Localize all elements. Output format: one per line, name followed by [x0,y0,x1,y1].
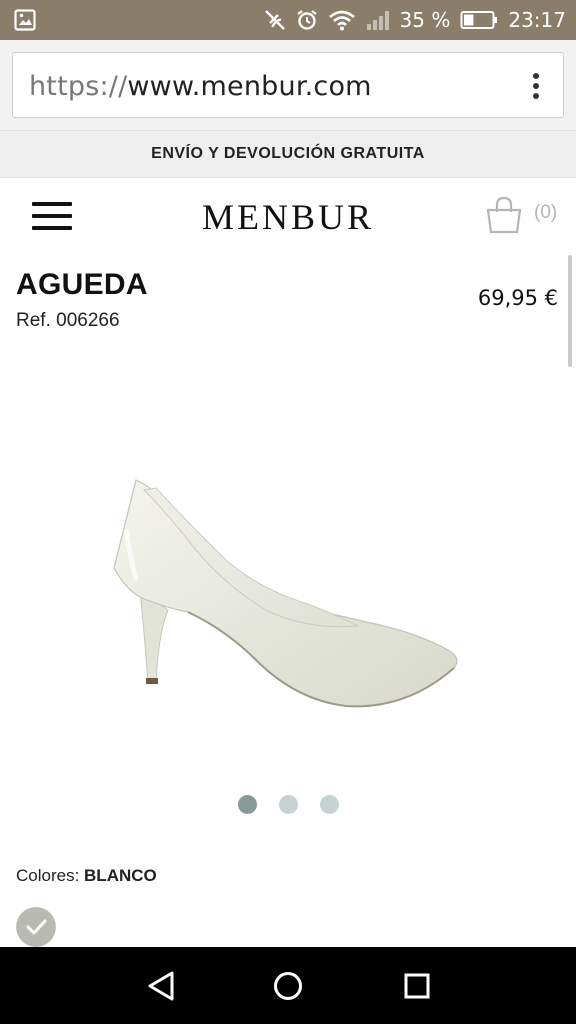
system-navigation-bar [0,947,576,1024]
back-triangle-icon[interactable] [144,969,178,1003]
color-swatch-selected[interactable] [16,907,56,947]
alarm-icon [296,10,317,30]
promo-banner: ENVÍO Y DEVOLUCIÓN GRATUITA [0,130,576,178]
gallery-dot[interactable] [319,795,339,814]
screenshot-icon [14,9,36,31]
silent-mode-icon [264,10,285,30]
product-price: 69,95 € [477,286,558,310]
wifi-icon [328,10,355,31]
cart-count[interactable]: (0) [534,202,557,224]
address-bar[interactable]: https://www.menbur.com [12,52,564,118]
clock: 23:17 [508,8,566,32]
status-bar: 35 % 23:17 [0,0,576,40]
signal-icon [366,11,389,30]
shopping-bag-icon[interactable] [484,196,524,234]
gallery-dot[interactable] [278,795,298,814]
scrollbar[interactable] [568,255,572,367]
gallery-dot[interactable] [237,795,257,814]
url-host: www.menbur.com [127,71,372,102]
gallery-pagination [0,795,576,814]
recents-square-icon[interactable] [400,969,434,1003]
colors-row: Colores: BLANCO [16,866,157,886]
overflow-menu-icon[interactable] [531,71,541,101]
site-header: MENBUR (0) [0,178,576,256]
browser-toolbar: https://www.menbur.com [0,40,576,130]
color-value: BLANCO [84,866,157,885]
url-text[interactable]: https://www.menbur.com [29,71,372,102]
colors-label: Colores: [16,866,85,885]
battery-icon [460,11,498,29]
product-ref: Ref. 006266 [16,310,120,331]
product-name: AGUEDA [16,268,148,301]
home-circle-icon[interactable] [271,969,305,1003]
product-image[interactable] [96,460,476,720]
url-scheme: https:// [29,71,128,102]
battery-percent: 35 % [399,8,451,32]
